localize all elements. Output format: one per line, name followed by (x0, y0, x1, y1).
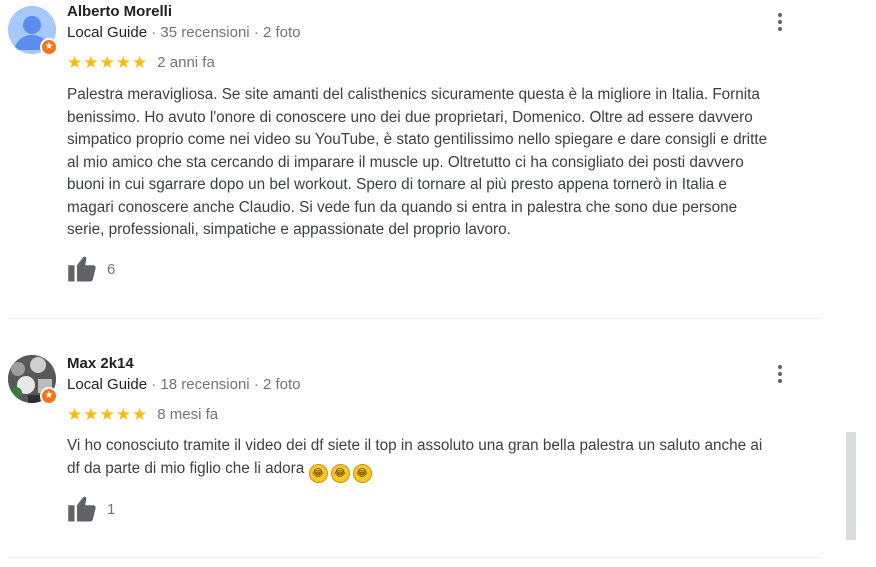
separator: · (151, 376, 157, 393)
local-guide-label: Local Guide (67, 376, 148, 393)
scrollbar[interactable] (846, 432, 856, 540)
reviewer-meta: Local Guide · 35 recensioni · 2 foto (67, 24, 301, 41)
separator: · (253, 376, 259, 393)
star-icon: ★ (132, 53, 148, 72)
star-icon: ★ (99, 405, 115, 424)
reviewer-name[interactable]: Alberto Morelli (67, 3, 172, 20)
review-text-line: serie, professionali, simpatiche e appas… (67, 221, 511, 238)
photos-count: 2 foto (262, 24, 301, 41)
laughing-emoji-icon: 😂 (330, 463, 350, 483)
star-icon: ★ (132, 405, 148, 424)
review-text: Palestra meravigliosa. Se site amanti de… (67, 84, 817, 242)
review-text-line: benissimo. Ho avuto l'onore di conoscere… (67, 108, 753, 126)
reviewer-meta: Local Guide · 18 recensioni · 2 foto (67, 376, 301, 393)
more-vert-icon[interactable] (770, 362, 790, 386)
local-guide-star-icon: ★ (40, 387, 58, 405)
review-text-line: df da parte di mio figlio che li adora (67, 459, 305, 477)
star-icon: ★ (67, 53, 83, 72)
reviewer-name[interactable]: Max 2k14 (67, 355, 134, 372)
star-icon: ★ (83, 405, 99, 424)
separator: · (253, 24, 259, 41)
star-icon: ★ (99, 53, 115, 72)
divider (8, 557, 820, 558)
separator: · (151, 24, 157, 41)
review-text-line: buoni in cui sgarrare dopo un bel workou… (67, 176, 727, 193)
review-text-line: magari conoscere anche Claudio. Si vede … (67, 198, 738, 216)
review-text-line-with-emoji: df da parte di mio figlio che li adora 😂… (67, 458, 817, 483)
review-date: 2 anni fa (157, 54, 215, 71)
laughing-emoji-icon: 😂 (308, 463, 328, 483)
review-card: ★ Alberto Morelli Local Guide · 35 recen… (0, 0, 820, 318)
review-text: Vi ho conosciuto tramite il video dei df… (67, 435, 817, 483)
like-button[interactable]: 6 (67, 255, 115, 283)
star-icon: ★ (67, 405, 83, 424)
reviews-count: 18 recensioni (160, 376, 250, 393)
rating-stars: ★ ★ ★ ★ ★ 8 mesi fa (67, 406, 218, 423)
review-text-line: al mio amico che sta cercando di imparar… (67, 153, 744, 171)
more-vert-icon[interactable] (770, 10, 790, 34)
star-icon: ★ (115, 405, 131, 424)
review-text-line: Palestra meravigliosa. Se site amanti de… (67, 86, 760, 103)
avatar[interactable]: ★ (8, 355, 58, 405)
like-count: 6 (107, 260, 116, 278)
review-date: 8 mesi fa (157, 406, 219, 423)
like-count: 1 (107, 500, 116, 518)
laughing-emoji-icon: 😂 (352, 463, 372, 483)
local-guide-label: Local Guide (67, 24, 148, 41)
review-card: ★ Max 2k14 Local Guide · 18 recensioni ·… (0, 350, 820, 558)
reviews-count: 35 recensioni (160, 24, 250, 41)
photos-count: 2 foto (262, 376, 301, 393)
rating-stars: ★ ★ ★ ★ ★ 2 anni fa (67, 54, 215, 71)
thumbs-up-icon (68, 496, 96, 522)
review-text-line: Vi ho conosciuto tramite il video dei df… (67, 437, 763, 454)
star-icon: ★ (83, 53, 99, 72)
avatar[interactable]: ★ (8, 6, 58, 56)
review-text-line: simpatico proprio come nei video su YouT… (67, 131, 768, 148)
star-icon: ★ (115, 53, 131, 72)
thumbs-up-icon (68, 256, 96, 282)
divider (8, 318, 820, 319)
local-guide-star-icon: ★ (40, 38, 58, 56)
like-button[interactable]: 1 (67, 495, 115, 523)
